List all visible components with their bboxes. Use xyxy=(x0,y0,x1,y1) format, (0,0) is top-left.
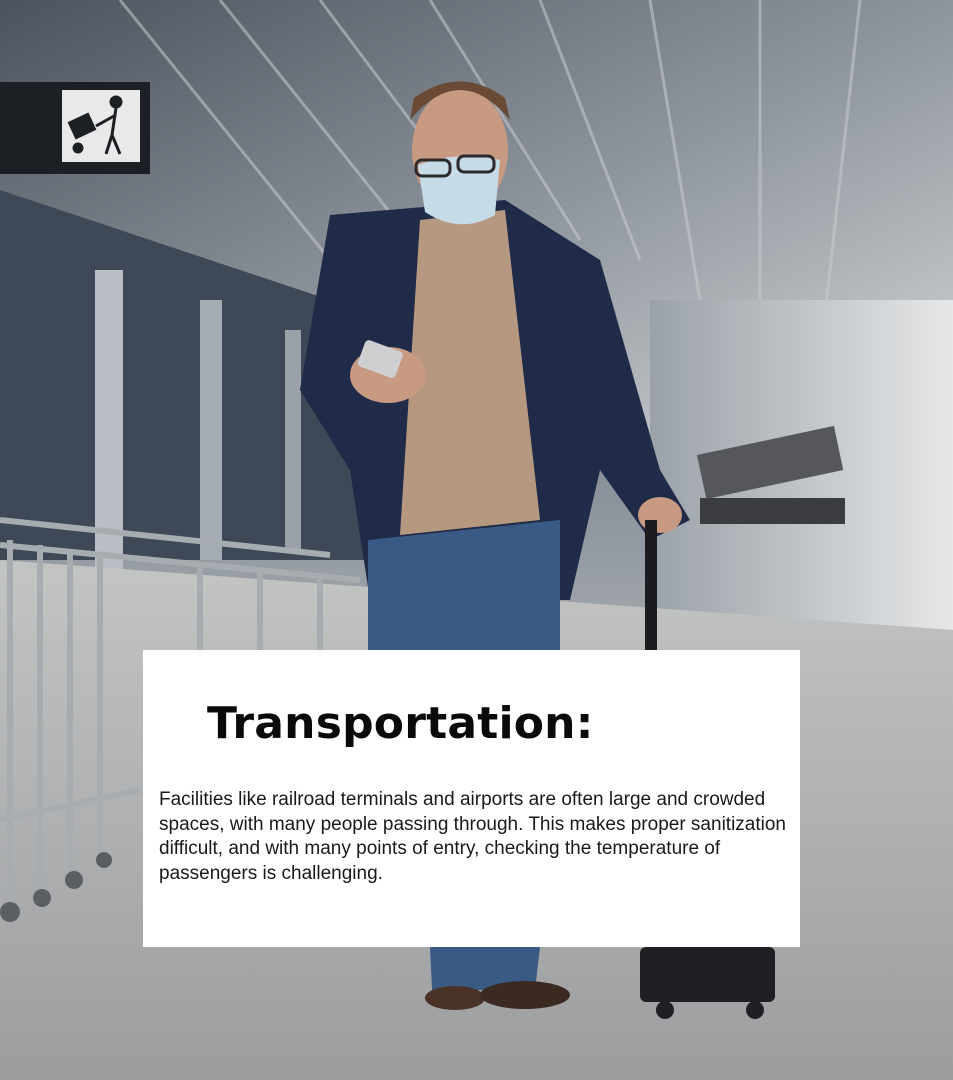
background-photo: Transportation: Facilities like railroad… xyxy=(0,0,953,1080)
card-title: Transportation: xyxy=(207,698,594,749)
card-body-text: Facilities like railroad terminals and a… xyxy=(159,789,786,884)
info-card: Transportation: Facilities like railroad… xyxy=(143,650,800,947)
